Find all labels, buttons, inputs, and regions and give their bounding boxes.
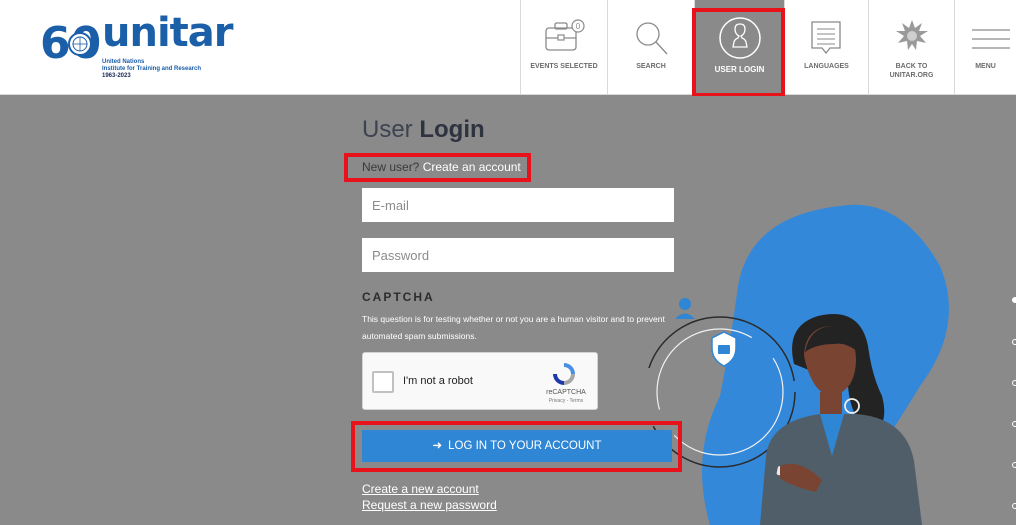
nav-languages[interactable]: LANGUAGES xyxy=(784,0,868,95)
recaptcha-brand: reCAPTCHA xyxy=(546,389,586,396)
captcha-heading: CAPTCHA xyxy=(362,290,435,304)
logo-years: 1963-2023 xyxy=(102,73,131,79)
nav-login-label: USER LOGIN xyxy=(714,65,765,74)
nav-events-label: EVENTS SELECTED xyxy=(530,63,598,70)
logo-wordmark: unitar xyxy=(102,10,234,56)
site-header: 60 unitar United Nations Institute for T… xyxy=(0,0,1016,97)
login-submit-label: LOG IN TO YOUR ACCOUNT xyxy=(448,440,602,452)
page-title: User Login xyxy=(362,116,485,144)
recaptcha-icon xyxy=(553,363,575,385)
create-account-link[interactable]: Create an account xyxy=(423,160,521,174)
search-icon xyxy=(636,22,668,55)
pagination-dot[interactable] xyxy=(1012,380,1016,386)
login-panel: User Login New user? Create an account C… xyxy=(0,96,1016,525)
nav-back-to-unitar[interactable]: BACK TO UNITAR.ORG xyxy=(868,0,954,95)
hamburger-menu-icon xyxy=(971,29,1010,49)
new-user-text: New user? xyxy=(362,160,423,174)
nav-search[interactable]: SEARCH xyxy=(607,0,694,95)
nav-languages-label: LANGUAGES xyxy=(804,63,849,70)
un-emblem-icon xyxy=(895,20,928,50)
login-submit-button[interactable]: ➜ LOG IN TO YOUR ACCOUNT xyxy=(362,430,672,462)
new-user-line: New user? Create an account xyxy=(362,160,521,174)
title-bold: Login xyxy=(419,116,485,143)
nav-back-label: BACK TO UNITAR.ORG xyxy=(869,62,954,80)
recaptcha-privacy-terms[interactable]: Privacy - Terms xyxy=(538,398,594,404)
email-field[interactable] xyxy=(362,188,674,222)
request-password-link[interactable]: Request a new password xyxy=(362,498,497,512)
pagination-dot[interactable] xyxy=(1012,421,1016,427)
logo-line2: Institute for Training and Research xyxy=(102,66,202,72)
recaptcha-checkbox[interactable] xyxy=(372,371,394,393)
login-arrow-icon: ➜ xyxy=(432,440,443,452)
pagination-dot[interactable] xyxy=(1012,462,1016,468)
nav-search-label: SEARCH xyxy=(636,63,666,70)
logo-line1: United Nations xyxy=(102,59,145,65)
create-new-account-link[interactable]: Create a new account xyxy=(362,482,479,496)
password-field[interactable] xyxy=(362,238,674,272)
nav-back-line1: BACK TO xyxy=(895,63,928,70)
briefcase-icon: 0 xyxy=(545,19,585,51)
pagination-dot[interactable] xyxy=(1012,297,1016,303)
title-light: User xyxy=(362,116,420,143)
recaptcha-widget: I'm not a robot reCAPTCHA Privacy - Term… xyxy=(362,352,598,410)
unitar-logo[interactable]: 60 unitar United Nations Institute for T… xyxy=(40,10,234,80)
nav-events-selected[interactable]: 0 EVENTS SELECTED xyxy=(520,0,607,95)
pagination-dot[interactable] xyxy=(1012,503,1016,509)
captcha-description: This question is for testing whether or … xyxy=(362,314,665,341)
nav-back-line2: UNITAR.ORG xyxy=(889,72,934,79)
user-icon xyxy=(718,17,761,59)
pagination-dot[interactable] xyxy=(1012,339,1016,345)
nav-menu-label: MENU xyxy=(975,63,996,70)
recaptcha-label: I'm not a robot xyxy=(403,375,473,387)
anniversary-60-icon: 60 xyxy=(40,18,100,64)
nav-user-login[interactable]: USER LOGIN xyxy=(694,0,784,95)
speech-bubble-icon xyxy=(810,21,841,55)
logo-subtitle: United Nations Institute for Training an… xyxy=(102,59,201,80)
nav-menu[interactable]: MENU xyxy=(954,0,1016,95)
svg-text:0: 0 xyxy=(576,22,581,31)
